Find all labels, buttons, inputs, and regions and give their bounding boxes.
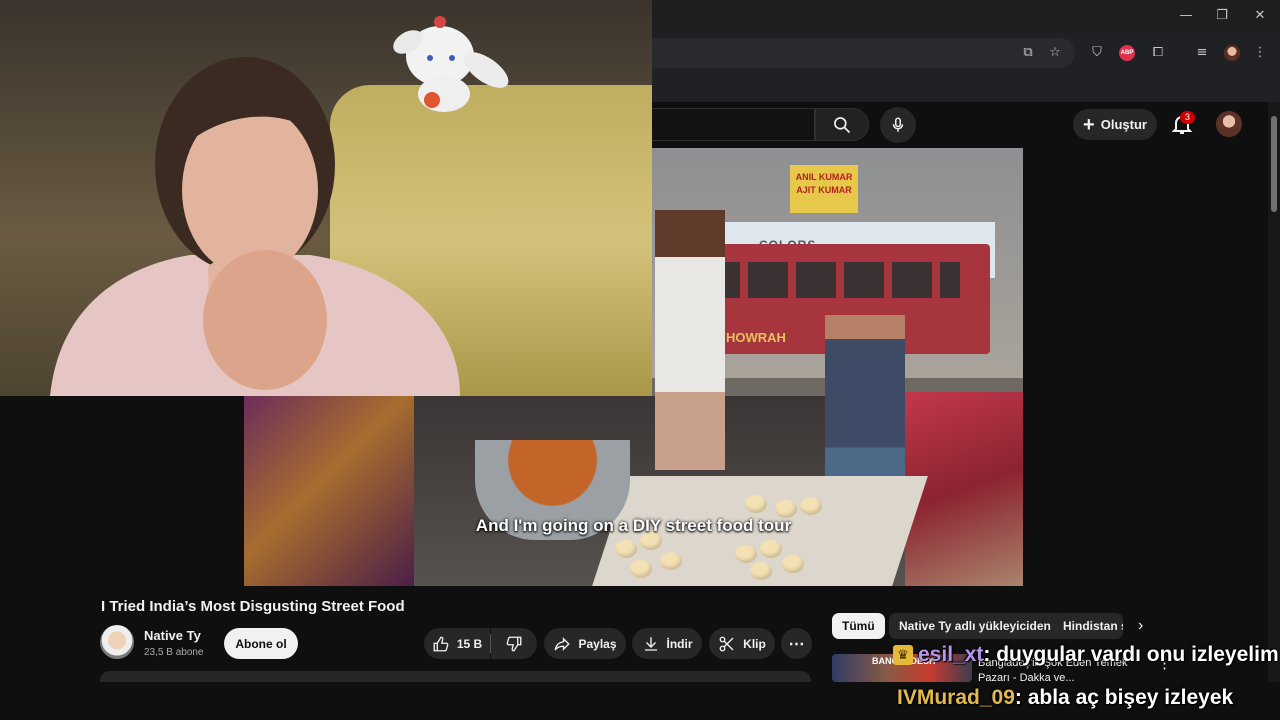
scrollbar-thumb[interactable] [1271,116,1277,212]
search-icon [834,116,851,133]
bookmark-star-icon[interactable]: ☆ [1045,43,1065,63]
create-label: Oluştur [1100,117,1147,132]
bus-text: HOWRAH [726,330,786,345]
shield-extension-icon[interactable]: ⛉ [1087,43,1107,63]
webcam-overlay [0,0,652,396]
adblock-extension-icon[interactable]: ABP [1119,45,1135,61]
install-app-icon[interactable]: ⧉ [1018,43,1038,63]
video-fabric [244,396,414,586]
video-caption: And I'm going on a DIY street food tour [475,516,792,535]
restore-button[interactable]: ❐ [1212,8,1232,26]
video-dumpling [800,497,822,515]
create-button[interactable]: + Oluştur [1073,109,1157,140]
chip-from-uploader[interactable]: Native Ty adlı yükleyiciden [889,613,1061,639]
video-dumpling [735,545,757,563]
subscriber-count: 23,5 B abone [144,647,204,658]
video-dumpling [745,495,767,513]
media-control-icon[interactable]: ≡ [1192,43,1212,63]
video-dumpling [615,540,637,558]
video-pedestrian [825,315,905,485]
subscribe-button[interactable]: Abone ol [224,628,298,659]
video-dumpling [660,552,682,570]
thumbs-down-icon [506,636,522,651]
share-label: Paylaş [578,636,617,651]
address-bar[interactable] [652,38,1075,68]
dislike-button[interactable] [491,628,537,659]
video-dumpling [760,540,782,558]
chat-text: : duygular vardı onu izleyelim [983,643,1279,666]
channel-avatar[interactable] [100,625,134,659]
channel-name[interactable]: Native Ty [144,628,201,643]
download-label: İndir [666,636,693,651]
extensions-puzzle-icon[interactable]: ⧠ [1148,43,1168,63]
download-icon [644,636,657,651]
share-arrow-icon [555,636,571,651]
streamer [50,57,460,396]
chevron-right-icon[interactable]: › [1138,618,1154,634]
chat-text: : abla aç bişey izleyek [1014,686,1234,709]
chat-message: IVMurad_09: abla aç bişey izleyek [897,686,1233,710]
profile-avatar[interactable] [1224,45,1240,61]
like-count: 15 B [456,636,483,651]
like-button[interactable]: 15 B [424,628,490,659]
close-button[interactable]: ✕ [1250,8,1270,26]
chip-india[interactable]: Hindistan s [1053,613,1123,639]
plus-icon: + [1083,113,1095,136]
clip-button[interactable]: Klip [709,628,775,659]
share-button[interactable]: Paylaş [544,628,626,659]
search-input[interactable] [652,108,815,141]
clip-label: Klip [743,636,766,651]
microphone-icon [892,117,904,132]
video-vendor [655,210,725,470]
chat-username: esil_xt [918,643,984,666]
video-dumpling [782,555,804,573]
video-title: I Tried India’s Most Disgusting Street F… [101,598,405,615]
video-bus-windows [700,262,960,298]
scissors-icon [719,636,734,651]
video-shop-sign: ANIL KUMAR AJIT KUMAR [790,165,858,213]
search-button[interactable] [815,108,869,141]
more-actions-button[interactable]: ⋯ [781,628,812,659]
chat-username: IVMurad_09 [897,686,1015,709]
account-avatar[interactable] [1216,111,1242,137]
chat-message: esil_xt: duygular vardı onu izleyelim [896,643,1279,667]
minimize-button[interactable]: — [1176,8,1196,26]
video-dumpling [630,560,652,578]
bookmarks-bar [652,72,1280,100]
browser-menu-icon[interactable]: ⋮ [1250,43,1270,63]
video-dumpling [750,562,772,580]
download-button[interactable]: İndir [632,628,702,659]
thumbs-up-icon [433,636,449,651]
notification-count-badge: 3 [1180,111,1195,124]
chip-all[interactable]: Tümü [832,613,885,639]
shop-sign-text: ANIL KUMAR AJIT KUMAR [795,172,853,195]
voice-search-button[interactable] [880,107,916,143]
